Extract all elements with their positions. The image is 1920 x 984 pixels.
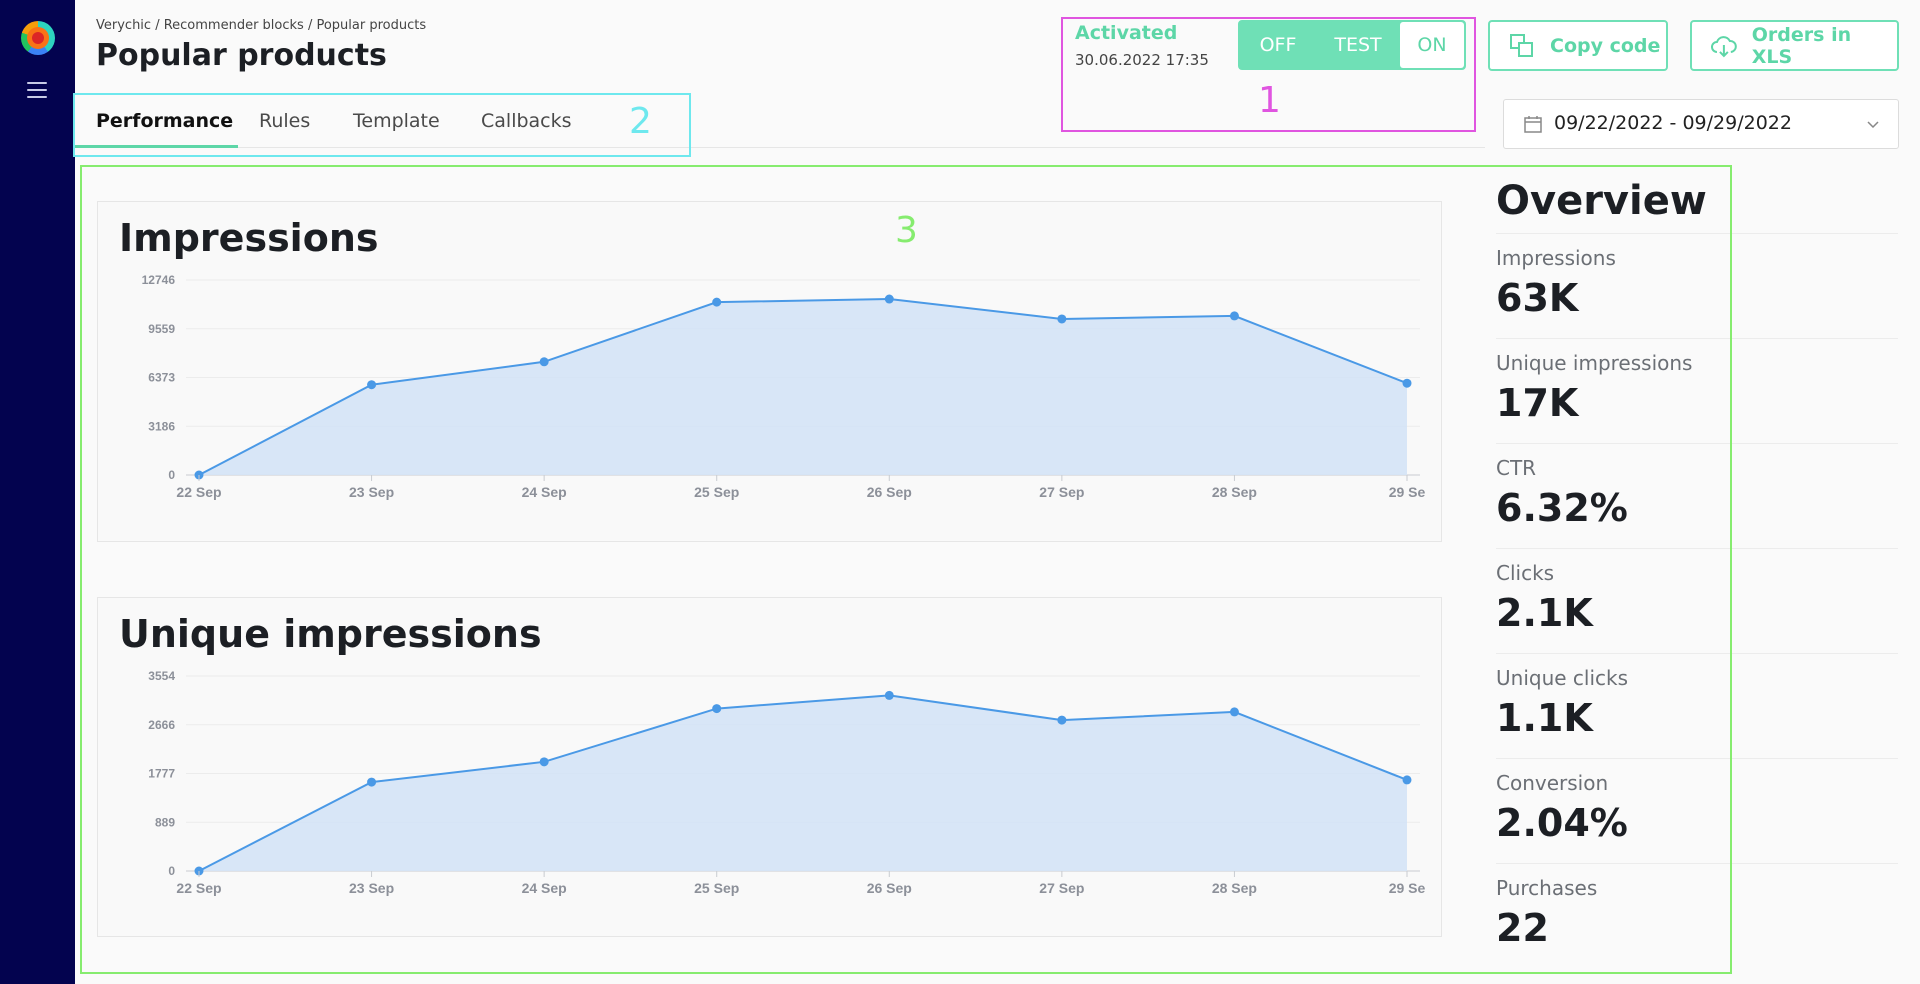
copy-code-label: Copy code xyxy=(1550,34,1661,57)
series-area xyxy=(199,299,1407,475)
data-point xyxy=(1057,314,1067,324)
activation-toggle: OFF TEST ON xyxy=(1238,20,1466,70)
annotation-label-3: 3 xyxy=(895,210,918,251)
x-tick-label: 27 Sep xyxy=(1039,484,1084,500)
logo-icon[interactable] xyxy=(21,21,55,55)
tab-template[interactable]: Template xyxy=(353,110,440,146)
x-tick-label: 23 Sep xyxy=(349,880,394,896)
data-point xyxy=(1057,715,1067,725)
overview-label: Impressions xyxy=(1496,246,1616,270)
breadcrumb[interactable]: Verychic / Recommender blocks / Popular … xyxy=(96,18,426,33)
copy-icon xyxy=(1510,33,1533,57)
unique-impressions-chart-card: 3554 2666 1777 889 0 22 Sep 23 Sep 24 Sep 25 Sep… xyxy=(97,597,1442,937)
overview-item-purchases: Purchases 22 xyxy=(1496,863,1898,968)
x-tick-label: 23 Sep xyxy=(349,484,394,500)
overview-label: Unique clicks xyxy=(1496,666,1629,690)
x-tick-label: 26 Sep xyxy=(867,484,912,500)
y-tick-label: 9559 xyxy=(148,322,175,336)
overview-value: 6.32% xyxy=(1496,486,1628,530)
x-tick-label: 22 Sep xyxy=(176,880,221,896)
overview-item-clicks: Clicks 2.1K xyxy=(1496,548,1898,653)
cloud-download-icon xyxy=(1711,35,1737,57)
toggle-off-option[interactable]: OFF xyxy=(1240,22,1316,68)
status-date: 30.06.2022 17:35 xyxy=(1075,51,1209,69)
copy-code-button[interactable]: Copy code xyxy=(1488,20,1668,71)
x-tick-label: 22 Sep xyxy=(176,484,221,500)
overview-value: 1.1K xyxy=(1496,696,1593,740)
data-point xyxy=(712,704,722,714)
toggle-on-option[interactable]: ON xyxy=(1400,22,1464,68)
tab-callbacks[interactable]: Callbacks xyxy=(481,110,572,146)
x-tick-label: 27 Sep xyxy=(1039,880,1084,896)
active-tab-indicator xyxy=(75,145,238,148)
overview-value: 22 xyxy=(1496,906,1549,950)
overview-value: 17K xyxy=(1496,381,1579,425)
x-tick-label: 29 Se xyxy=(1389,880,1426,896)
page-title: Popular products xyxy=(96,38,387,73)
data-point xyxy=(712,297,722,307)
data-point xyxy=(1229,311,1239,321)
chevron-down-icon xyxy=(1867,121,1879,129)
series-area xyxy=(199,695,1407,871)
orders-xls-label: Orders in XLS xyxy=(1751,23,1852,68)
orders-xls-button[interactable]: Orders in XLS xyxy=(1690,20,1899,71)
data-point xyxy=(884,294,894,304)
x-tick-label: 25 Sep xyxy=(694,880,739,896)
x-tick-label: 24 Sep xyxy=(522,880,567,896)
date-range-picker[interactable]: 09/22/2022 - 09/29/2022 xyxy=(1503,99,1899,149)
overview-label: Conversion xyxy=(1496,771,1609,795)
overview-item-conversion: Conversion 2.04% xyxy=(1496,758,1898,863)
data-point xyxy=(367,777,377,787)
overview-value: 2.1K xyxy=(1496,591,1593,635)
overview-label: Purchases xyxy=(1496,876,1598,900)
y-tick-label: 0 xyxy=(168,468,175,482)
x-tick-label: 24 Sep xyxy=(522,484,567,500)
data-point xyxy=(539,357,549,367)
y-tick-label: 2666 xyxy=(148,718,175,732)
data-point xyxy=(539,757,549,767)
status-label: Activated xyxy=(1075,22,1178,44)
data-point xyxy=(1402,775,1412,785)
x-tick-label: 26 Sep xyxy=(867,880,912,896)
tab-rules[interactable]: Rules xyxy=(259,110,310,146)
overview-title: Overview xyxy=(1496,178,1707,224)
sidebar xyxy=(0,0,75,984)
y-tick-label: 3554 xyxy=(148,669,175,683)
y-tick-label: 0 xyxy=(168,864,175,878)
tab-performance[interactable]: Performance xyxy=(96,110,233,146)
toggle-test-option[interactable]: TEST xyxy=(1316,22,1400,68)
y-tick-label: 6373 xyxy=(148,371,175,385)
chart-title: Unique impressions xyxy=(119,612,542,656)
y-tick-label: 1777 xyxy=(148,767,175,781)
overview-value: 63K xyxy=(1496,276,1579,320)
data-point xyxy=(1402,378,1412,388)
y-tick-label: 3186 xyxy=(148,419,175,433)
calendar-icon xyxy=(1524,116,1542,133)
overview-label: Clicks xyxy=(1496,561,1555,585)
y-tick-label: 12746 xyxy=(142,273,176,287)
date-range-value: 09/22/2022 - 09/29/2022 xyxy=(1554,112,1792,134)
annotation-label-2: 2 xyxy=(629,101,652,142)
overview-label: CTR xyxy=(1496,456,1537,480)
impressions-chart-card: 12746 9559 6373 3186 0 22 Sep 23 Sep 24 Sep 25 S… xyxy=(97,201,1442,542)
overview-item-unique-clicks: Unique clicks 1.1K xyxy=(1496,653,1898,758)
annotation-label-1: 1 xyxy=(1258,80,1281,121)
x-tick-label: 28 Sep xyxy=(1212,484,1257,500)
hamburger-menu-icon[interactable] xyxy=(27,82,47,98)
overview-item-impressions: Impressions 63K xyxy=(1496,233,1898,338)
data-point xyxy=(367,380,377,390)
overview-item-unique-impressions: Unique impressions 17K xyxy=(1496,338,1898,443)
overview-value: 2.04% xyxy=(1496,801,1628,845)
x-tick-label: 29 Se xyxy=(1389,484,1426,500)
chart-title: Impressions xyxy=(119,216,379,260)
x-tick-label: 25 Sep xyxy=(694,484,739,500)
overview-label: Unique impressions xyxy=(1496,351,1693,375)
data-point xyxy=(884,690,894,700)
data-point xyxy=(1229,707,1239,717)
x-tick-label: 28 Sep xyxy=(1212,880,1257,896)
y-tick-label: 889 xyxy=(155,815,175,829)
overview-item-ctr: CTR 6.32% xyxy=(1496,443,1898,548)
